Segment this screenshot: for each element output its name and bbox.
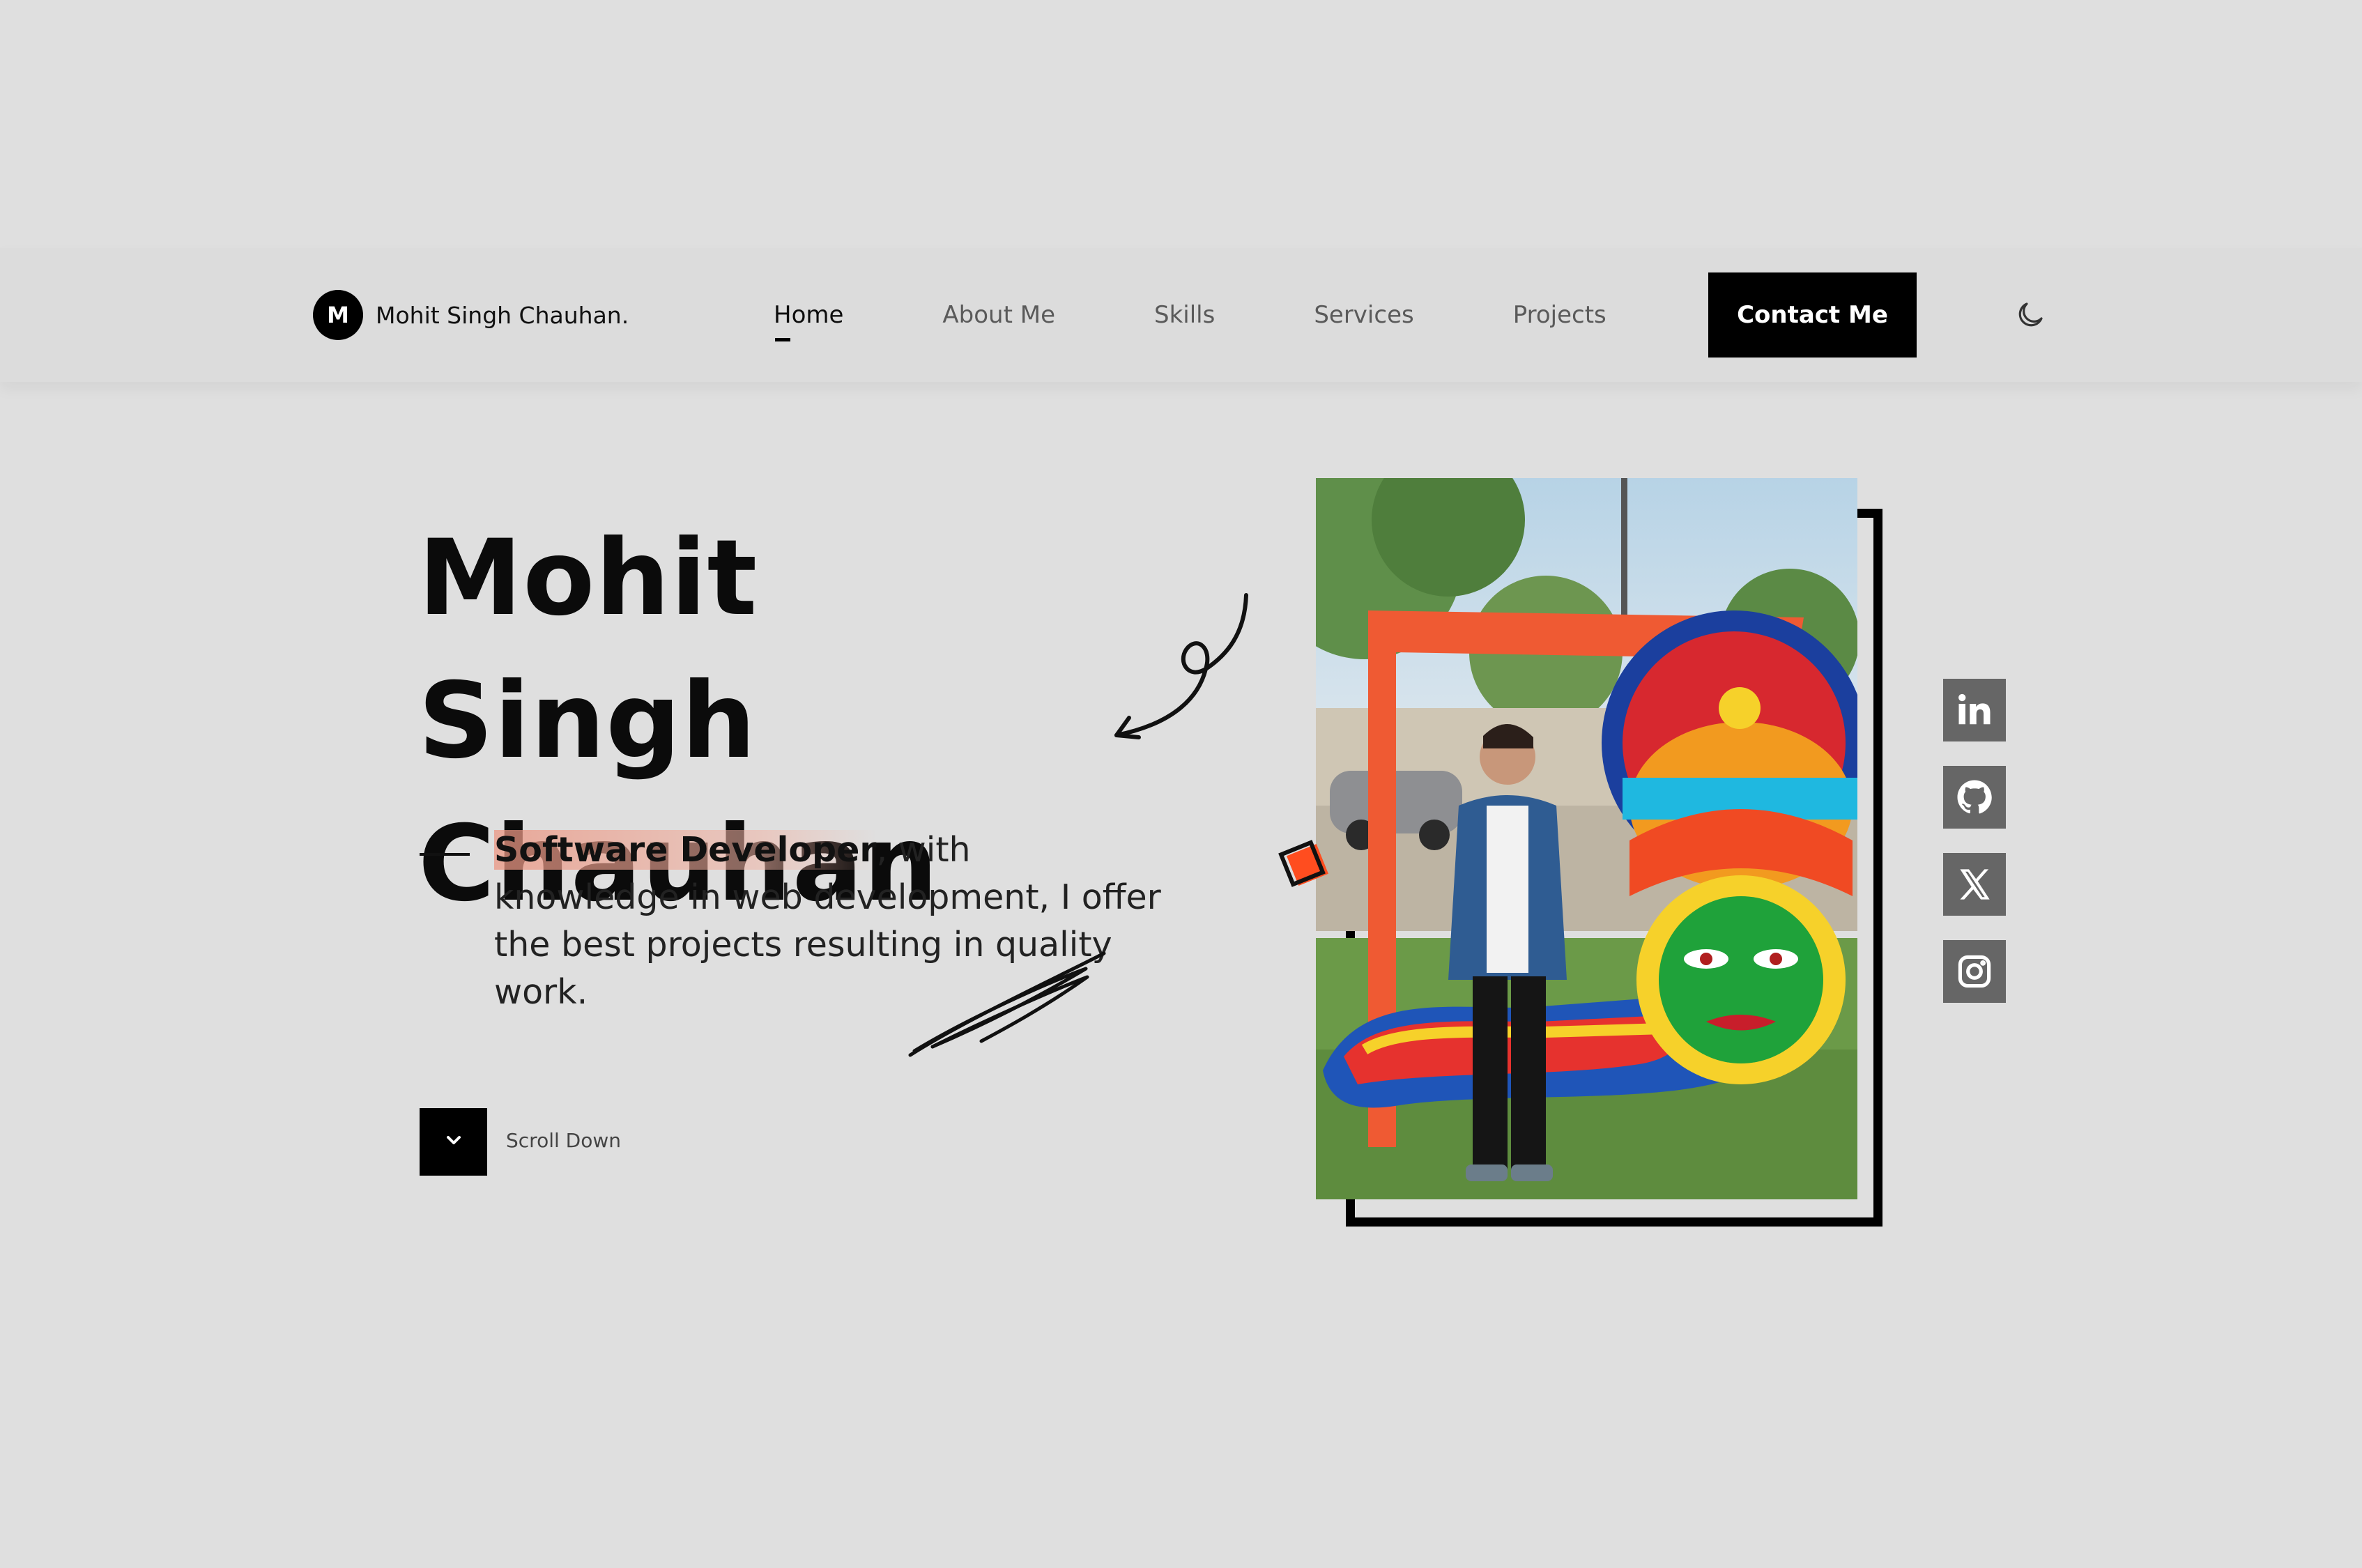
role-highlight: Software Developer xyxy=(494,830,877,870)
brand[interactable]: M Mohit Singh Chauhan. xyxy=(313,290,629,340)
site-header: M Mohit Singh Chauhan. Home About Me Ski… xyxy=(0,248,2362,382)
hero-name-line-1: Mohit Singh xyxy=(418,518,758,782)
brand-name: Mohit Singh Chauhan. xyxy=(376,301,629,329)
nav-item-projects[interactable]: Projects xyxy=(1513,301,1606,329)
nav-item-home[interactable]: Home xyxy=(774,301,843,341)
curly-arrow-doodle xyxy=(1114,593,1248,739)
description-dash xyxy=(420,853,470,856)
social-links xyxy=(1943,679,2006,1027)
linkedin-icon[interactable] xyxy=(1943,679,2006,741)
moon-icon[interactable] xyxy=(2014,298,2047,332)
instagram-icon[interactable] xyxy=(1943,940,2006,1003)
chevron-down-icon xyxy=(443,1133,464,1151)
scroll-down-label: Scroll Down xyxy=(506,1129,621,1152)
scroll-down-button[interactable] xyxy=(420,1108,487,1176)
accent-diamond xyxy=(1278,836,1333,892)
nav-item-about-me[interactable]: About Me xyxy=(942,301,1055,329)
contact-me-button[interactable]: Contact Me xyxy=(1708,272,1917,358)
scribble-doodle xyxy=(908,951,1106,1057)
profile-photo xyxy=(1316,478,1857,1199)
main-nav: Home About Me Skills Services Projects xyxy=(774,248,1705,382)
nav-item-services[interactable]: Services xyxy=(1314,301,1413,329)
x-icon[interactable] xyxy=(1943,853,2006,916)
github-icon[interactable] xyxy=(1943,766,2006,829)
nav-item-skills[interactable]: Skills xyxy=(1154,301,1215,329)
brand-logo: M xyxy=(313,290,363,340)
